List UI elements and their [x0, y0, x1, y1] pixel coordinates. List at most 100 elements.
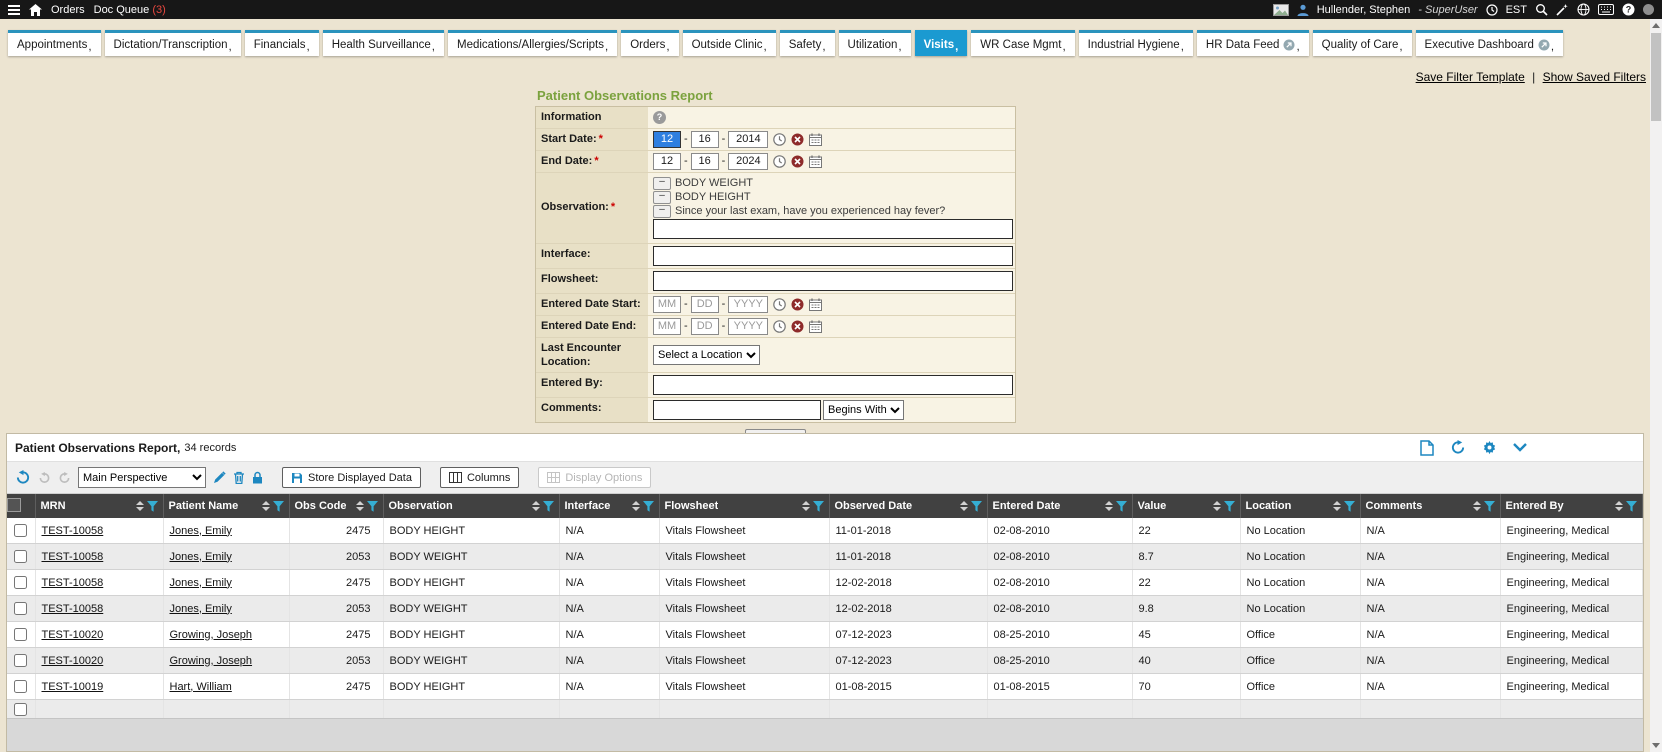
- perspective-select[interactable]: Main Perspective: [78, 467, 206, 488]
- mrn-link[interactable]: TEST-10058: [42, 603, 104, 615]
- filter-icon[interactable]: [1116, 501, 1127, 512]
- calendar-icon[interactable]: [809, 155, 822, 168]
- row-checkbox[interactable]: [14, 602, 27, 615]
- observation-input[interactable]: [653, 219, 1013, 239]
- patient-name-link[interactable]: Jones, Emily: [170, 577, 232, 589]
- clear-date-icon[interactable]: [791, 298, 804, 311]
- refresh-icon[interactable]: [1450, 440, 1466, 455]
- col-header-observation[interactable]: Observation: [383, 494, 559, 518]
- time-icon[interactable]: [773, 320, 786, 333]
- tab-executive-dashboard[interactable]: Executive Dashboard: [1416, 30, 1564, 56]
- tab-outside-clinic[interactable]: Outside Clinic: [683, 30, 776, 56]
- interface-input[interactable]: [653, 246, 1013, 266]
- columns-button[interactable]: Columns: [440, 467, 519, 488]
- time-icon[interactable]: [773, 298, 786, 311]
- col-header-obs-code[interactable]: Obs Code: [289, 494, 383, 518]
- tab-visits[interactable]: Visits: [915, 30, 968, 56]
- col-header-select[interactable]: [7, 494, 35, 518]
- end-date-month-input[interactable]: 12: [653, 153, 681, 170]
- remove-observation-button[interactable]: [653, 205, 671, 218]
- comments-input[interactable]: [653, 400, 821, 420]
- row-checkbox[interactable]: [14, 703, 27, 716]
- sort-icon[interactable]: [262, 501, 270, 511]
- vertical-scrollbar[interactable]: [1650, 19, 1662, 752]
- sort-icon[interactable]: [1333, 501, 1341, 511]
- mrn-link[interactable]: TEST-10058: [42, 551, 104, 563]
- entered-start-month-input[interactable]: MM: [653, 296, 681, 313]
- tab-dictation-transcription[interactable]: Dictation/Transcription: [105, 30, 241, 56]
- col-header-flowsheet[interactable]: Flowsheet: [659, 494, 829, 518]
- sort-icon[interactable]: [1105, 501, 1113, 511]
- calendar-icon[interactable]: [809, 133, 822, 146]
- keyboard-icon[interactable]: [1598, 4, 1614, 15]
- screenshot-icon[interactable]: [1273, 4, 1289, 16]
- patient-name-link[interactable]: Jones, Emily: [170, 525, 232, 537]
- filter-icon[interactable]: [1626, 501, 1637, 512]
- entered-end-year-input[interactable]: YYYY: [728, 318, 768, 335]
- tab-hr-data-feed[interactable]: HR Data Feed: [1197, 30, 1309, 56]
- menu-icon[interactable]: [8, 5, 20, 15]
- sort-icon[interactable]: [136, 501, 144, 511]
- col-header-observed-date[interactable]: Observed Date: [829, 494, 987, 518]
- patient-name-link[interactable]: Jones, Emily: [170, 603, 232, 615]
- user-name[interactable]: Hullender, Stephen: [1317, 4, 1411, 16]
- sort-icon[interactable]: [1473, 501, 1481, 511]
- row-checkbox[interactable]: [14, 654, 27, 667]
- filter-icon[interactable]: [1344, 501, 1355, 512]
- mrn-link[interactable]: TEST-10020: [42, 629, 104, 641]
- tab-industrial-hygiene[interactable]: Industrial Hygiene: [1079, 30, 1193, 56]
- tab-utilization[interactable]: Utilization: [839, 30, 911, 56]
- mrn-link[interactable]: TEST-10020: [42, 655, 104, 667]
- location-select[interactable]: Select a Location: [653, 345, 760, 365]
- patient-name-link[interactable]: Hart, William: [170, 681, 232, 693]
- lock-icon[interactable]: [252, 471, 263, 484]
- col-header-comments[interactable]: Comments: [1360, 494, 1500, 518]
- entered-end-month-input[interactable]: MM: [653, 318, 681, 335]
- filter-icon[interactable]: [543, 501, 554, 512]
- filter-icon[interactable]: [1224, 501, 1235, 512]
- row-checkbox[interactable]: [14, 628, 27, 641]
- mrn-link[interactable]: TEST-10019: [42, 681, 104, 693]
- sort-icon[interactable]: [632, 501, 640, 511]
- remove-observation-button[interactable]: [653, 191, 671, 204]
- end-date-year-input[interactable]: 2024: [728, 153, 768, 170]
- sort-icon[interactable]: [356, 501, 364, 511]
- tab-orders[interactable]: Orders: [621, 30, 678, 56]
- delete-perspective-icon[interactable]: [233, 471, 245, 484]
- col-header-interface[interactable]: Interface: [559, 494, 659, 518]
- start-date-year-input[interactable]: 2014: [728, 131, 768, 148]
- row-checkbox[interactable]: [14, 680, 27, 693]
- col-header-patient-name[interactable]: Patient Name: [163, 494, 289, 518]
- remove-observation-button[interactable]: [653, 177, 671, 190]
- start-date-month-input[interactable]: 12: [653, 131, 681, 148]
- wand-icon[interactable]: [1556, 3, 1569, 16]
- row-checkbox[interactable]: [14, 550, 27, 563]
- filter-icon[interactable]: [367, 501, 378, 512]
- sort-icon[interactable]: [1213, 501, 1221, 511]
- row-checkbox[interactable]: [14, 576, 27, 589]
- col-header-entered-by[interactable]: Entered By: [1500, 494, 1643, 518]
- calendar-icon[interactable]: [809, 298, 822, 311]
- filter-icon[interactable]: [273, 501, 284, 512]
- new-document-icon[interactable]: [1420, 440, 1434, 456]
- tab-wr-case-mgmt[interactable]: WR Case Mgmt: [971, 30, 1074, 56]
- filter-icon[interactable]: [813, 501, 824, 512]
- sort-icon[interactable]: [802, 501, 810, 511]
- store-displayed-data-button[interactable]: Store Displayed Data: [282, 467, 421, 488]
- end-date-day-input[interactable]: 16: [691, 153, 719, 170]
- time-icon[interactable]: [773, 155, 786, 168]
- info-help-icon[interactable]: [653, 111, 666, 124]
- filter-icon[interactable]: [147, 501, 158, 512]
- search-icon[interactable]: [1535, 3, 1548, 16]
- flowsheet-input[interactable]: [653, 271, 1013, 291]
- tab-medications-allergies-scripts[interactable]: Medications/Allergies/Scripts: [448, 30, 617, 56]
- tab-safety[interactable]: Safety: [780, 30, 835, 56]
- filter-icon[interactable]: [1484, 501, 1495, 512]
- clear-date-icon[interactable]: [791, 155, 804, 168]
- doc-queue-menu[interactable]: Doc Queue (3): [94, 4, 166, 16]
- calendar-icon[interactable]: [809, 320, 822, 333]
- entered-start-year-input[interactable]: YYYY: [728, 296, 768, 313]
- col-header-entered-date[interactable]: Entered Date: [987, 494, 1132, 518]
- col-header-location[interactable]: Location: [1240, 494, 1360, 518]
- sort-icon[interactable]: [960, 501, 968, 511]
